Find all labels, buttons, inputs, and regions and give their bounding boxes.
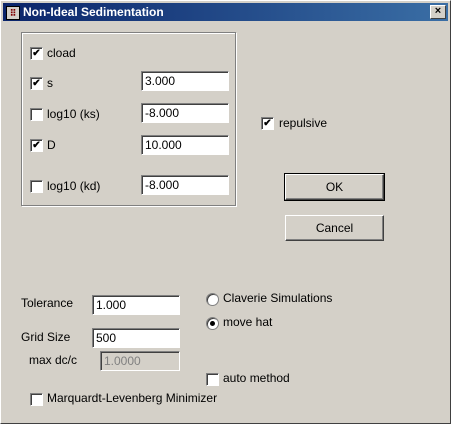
check-mark-icon: ✔ xyxy=(32,48,41,59)
auto-method-checkbox[interactable] xyxy=(206,373,219,386)
cload-checkbox[interactable]: ✔ xyxy=(30,47,43,60)
marquardt-label: Marquardt-Levenberg Minimizer xyxy=(47,391,218,405)
check-mark-icon: ✔ xyxy=(32,140,41,151)
max-dc-label: max dc/c xyxy=(29,353,78,367)
s-checkbox[interactable]: ✔ xyxy=(30,77,43,90)
log-kd-label: log10 (kd) xyxy=(47,179,101,193)
move-hat-radio[interactable] xyxy=(206,317,219,330)
dialog-window: ⠿ Non-Ideal Sedimentation × ✔ cload ✔ s … xyxy=(0,0,451,424)
max-dc-input[interactable]: 1.0000 xyxy=(100,351,180,371)
log-kd-checkbox[interactable] xyxy=(30,180,43,193)
check-mark-icon: ✔ xyxy=(32,78,41,89)
d-input[interactable]: 10.000 xyxy=(141,135,229,155)
close-button[interactable]: × xyxy=(430,5,446,19)
repulsive-label: repulsive xyxy=(279,116,328,130)
app-icon: ⠿ xyxy=(6,6,20,20)
title-bar: ⠿ Non-Ideal Sedimentation × xyxy=(3,3,448,21)
s-label: s xyxy=(47,76,53,90)
claverie-label: Claverie Simulations xyxy=(223,291,333,305)
d-checkbox[interactable]: ✔ xyxy=(30,139,43,152)
check-mark-icon: ✔ xyxy=(263,118,272,129)
cload-label: cload xyxy=(47,46,76,60)
window-title: Non-Ideal Sedimentation xyxy=(23,5,164,19)
auto-method-label: auto method xyxy=(223,371,290,385)
log-ks-label: log10 (ks) xyxy=(47,107,100,121)
grid-size-label: Grid Size xyxy=(21,330,71,344)
repulsive-checkbox[interactable]: ✔ xyxy=(261,117,274,130)
marquardt-checkbox[interactable] xyxy=(30,393,43,406)
move-hat-label: move hat xyxy=(223,315,273,329)
radio-dot-icon xyxy=(210,321,215,326)
ok-button[interactable]: OK xyxy=(284,173,385,201)
tolerance-label: Tolerance xyxy=(21,296,74,310)
cancel-button[interactable]: Cancel xyxy=(285,215,384,241)
claverie-radio[interactable] xyxy=(206,293,219,306)
grid-size-input[interactable]: 500 xyxy=(92,328,180,348)
d-label: D xyxy=(47,138,56,152)
log-ks-checkbox[interactable] xyxy=(30,108,43,121)
log-ks-input[interactable]: -8.000 xyxy=(141,103,229,123)
tolerance-input[interactable]: 1.000 xyxy=(92,295,180,315)
log-kd-input[interactable]: -8.000 xyxy=(141,175,229,195)
s-input[interactable]: 3.000 xyxy=(141,71,229,91)
